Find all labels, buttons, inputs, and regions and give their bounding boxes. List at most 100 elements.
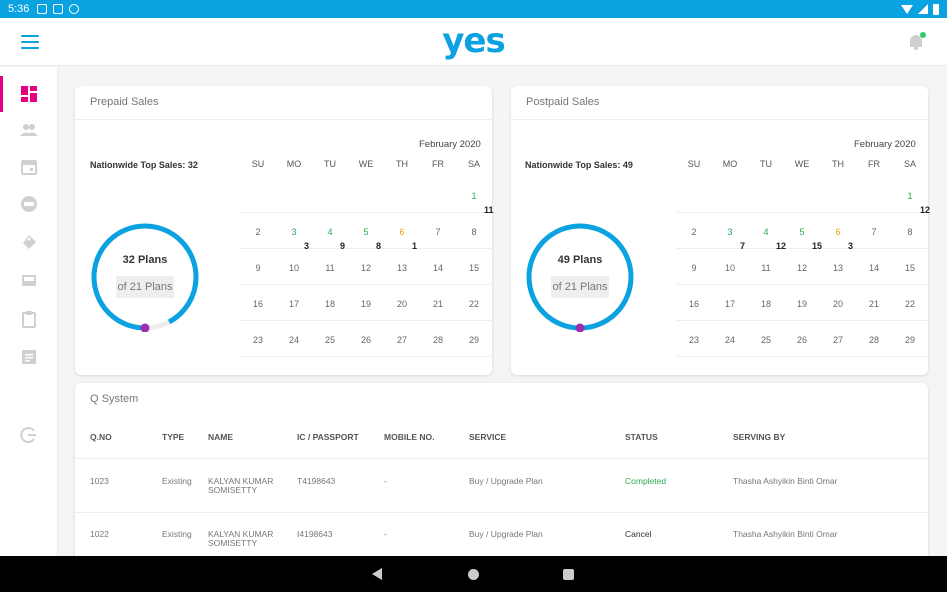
yes-badge-icon xyxy=(21,196,37,212)
calendar-day[interactable]: 10 xyxy=(712,263,748,273)
calendar-day[interactable]: 24 xyxy=(276,335,312,345)
calendar-day[interactable]: 13 xyxy=(820,263,856,273)
sidebar-item-inbox[interactable] xyxy=(0,262,58,298)
postpaid-sales-card: Postpaid Sales February 2020 Nationwide … xyxy=(511,86,930,375)
calendar-day[interactable]: 21 xyxy=(420,299,456,309)
postpaid-plans-total: of 21 Plans xyxy=(551,276,609,298)
prepaid-sales-card: Prepaid Sales February 2020 Nationwide T… xyxy=(75,86,494,375)
calendar-day[interactable]: 24 xyxy=(712,335,748,345)
calendar-day[interactable]: 19 xyxy=(348,299,384,309)
calendar-day[interactable]: 16 xyxy=(240,299,276,309)
calendar-day[interactable]: 14 xyxy=(420,263,456,273)
calendar-day[interactable]: 27 xyxy=(384,335,420,345)
calendar-day[interactable]: 5 xyxy=(784,227,820,237)
calendar-day[interactable]: 4 xyxy=(312,227,348,237)
sd-card-icon xyxy=(53,4,64,14)
cell-name-line2: SOMISETTY xyxy=(208,485,258,495)
calendar-week: 2345678 xyxy=(676,215,928,249)
calendar-day[interactable]: 1 xyxy=(456,191,492,201)
calendar-day[interactable]: 13 xyxy=(384,263,420,273)
calendar-day[interactable]: 3 xyxy=(276,227,312,237)
calendar-day[interactable]: 27 xyxy=(820,335,856,345)
back-icon[interactable] xyxy=(372,568,382,580)
sidebar-item-calendar[interactable] xyxy=(0,149,58,185)
calendar-day[interactable]: 6 xyxy=(384,227,420,237)
calendar-day[interactable]: 14 xyxy=(856,263,892,273)
calendar-day[interactable]: 22 xyxy=(892,299,928,309)
calendar-day[interactable]: 25 xyxy=(312,335,348,345)
day-sales-count: 15 xyxy=(812,241,823,251)
cell-serving: Thasha Ashyikin Binti Omar xyxy=(733,529,838,539)
weekday-label: WE xyxy=(358,159,374,169)
calendar-day[interactable]: 1 xyxy=(892,191,928,201)
sidebar-item-logout[interactable] xyxy=(0,417,58,453)
calendar-day[interactable]: 29 xyxy=(892,335,928,345)
calendar-day[interactable]: 26 xyxy=(784,335,820,345)
home-icon[interactable] xyxy=(468,569,479,580)
sidebar-item-users[interactable] xyxy=(0,112,58,148)
calendar-day[interactable]: 7 xyxy=(856,227,892,237)
calendar-day[interactable]: 29 xyxy=(456,335,492,345)
calendar-day[interactable]: 5 xyxy=(348,227,384,237)
calendar-day[interactable]: 28 xyxy=(856,335,892,345)
calendar-day[interactable]: 17 xyxy=(276,299,312,309)
weekday-label: TU xyxy=(324,159,336,169)
calendar-day[interactable]: 22 xyxy=(456,299,492,309)
calendar-day[interactable]: 18 xyxy=(312,299,348,309)
calendar-day[interactable]: 3 xyxy=(712,227,748,237)
calendar-day[interactable]: 7 xyxy=(420,227,456,237)
col-header-mobile: MOBILE NO. xyxy=(384,432,435,442)
sidebar-item-yes[interactable] xyxy=(0,186,58,222)
calendar-day[interactable]: 11 xyxy=(748,263,784,273)
calendar-week: 2345678 xyxy=(240,215,492,249)
calendar-day[interactable]: 21 xyxy=(856,299,892,309)
calendar-day[interactable]: 25 xyxy=(748,335,784,345)
calendar-day[interactable]: 17 xyxy=(712,299,748,309)
col-header-type: TYPE xyxy=(162,432,185,442)
recent-apps-icon[interactable] xyxy=(563,569,574,580)
cell-type: Existing xyxy=(162,529,192,539)
sidebar-item-dashboard[interactable] xyxy=(0,76,58,112)
sidebar-item-tag[interactable] xyxy=(0,224,58,260)
divider xyxy=(511,119,928,120)
sidebar-item-clipboard[interactable] xyxy=(0,301,58,337)
weekday-label: MO xyxy=(286,159,302,169)
cell-qno: 1023 xyxy=(90,476,109,486)
sidebar-item-document[interactable] xyxy=(0,339,58,375)
weekday-label: SU xyxy=(687,159,701,169)
system-nav-bar xyxy=(0,556,947,592)
status-time: 5:36 xyxy=(8,3,30,15)
calendar-day[interactable]: 2 xyxy=(676,227,712,237)
calendar-day[interactable]: 16 xyxy=(676,299,712,309)
cell-status: Cancel xyxy=(625,529,652,539)
calendar-day[interactable]: 26 xyxy=(348,335,384,345)
calendar-day[interactable]: 11 xyxy=(312,263,348,273)
calendar-day[interactable]: 6 xyxy=(820,227,856,237)
calendar-day[interactable]: 28 xyxy=(420,335,456,345)
weekday-label: TH xyxy=(832,159,844,169)
calendar-day[interactable]: 9 xyxy=(676,263,712,273)
calendar-day[interactable]: 19 xyxy=(784,299,820,309)
q-system-card: Q System Q.NO TYPE NAME IC / PASSPORT MO… xyxy=(75,383,928,563)
calendar-day[interactable]: 15 xyxy=(892,263,928,273)
calendar-day[interactable]: 23 xyxy=(240,335,276,345)
calendar-day[interactable]: 4 xyxy=(748,227,784,237)
calendar-day[interactable]: 8 xyxy=(456,227,492,237)
prepaid-title: Prepaid Sales xyxy=(90,96,159,108)
calendar-day[interactable]: 2 xyxy=(240,227,276,237)
calendar-day[interactable]: 15 xyxy=(456,263,492,273)
calendar-day[interactable]: 18 xyxy=(748,299,784,309)
calendar-day[interactable]: 9 xyxy=(240,263,276,273)
document-icon xyxy=(22,350,36,364)
calendar-day[interactable]: 10 xyxy=(276,263,312,273)
prepaid-month: February 2020 xyxy=(419,139,481,150)
calendar-day[interactable]: 12 xyxy=(784,263,820,273)
calendar-day[interactable]: 20 xyxy=(820,299,856,309)
weekday-label: WE xyxy=(794,159,810,169)
calendar-day[interactable]: 12 xyxy=(348,263,384,273)
donut-marker xyxy=(140,323,150,333)
bell-icon[interactable] xyxy=(909,32,926,50)
calendar-day[interactable]: 8 xyxy=(892,227,928,237)
calendar-day[interactable]: 20 xyxy=(384,299,420,309)
calendar-day[interactable]: 23 xyxy=(676,335,712,345)
